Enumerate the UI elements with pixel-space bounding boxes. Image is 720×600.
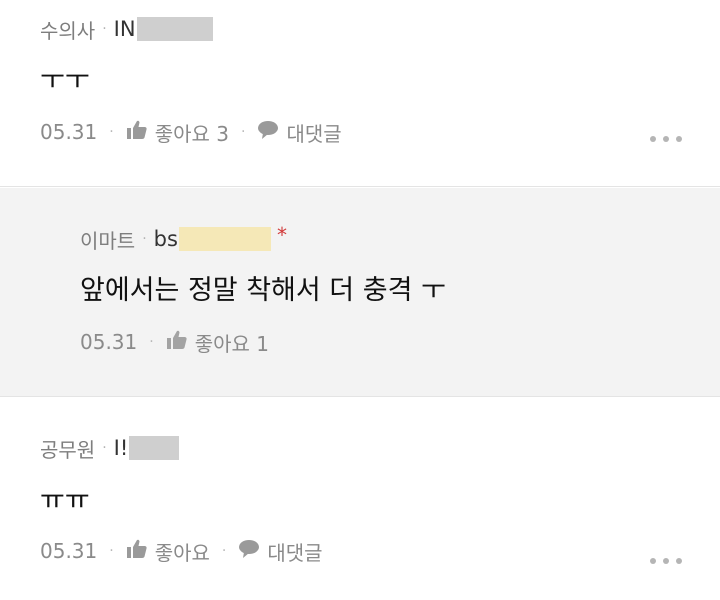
author-nickname[interactable]: I!: [114, 436, 129, 460]
reply-button[interactable]: 대댓글: [257, 118, 342, 147]
author-category: 공무원: [40, 437, 96, 462]
comment-item: 수의사 · IN ㅜㅜ 05.31 · 좋아요 3 · 대댓글: [0, 0, 720, 187]
author-nickname[interactable]: bs: [154, 227, 178, 251]
thumbs-up-icon: [126, 539, 148, 564]
comment-footer: 05.31 · 좋아요 3 · 대댓글: [40, 117, 342, 147]
author-badge: *: [276, 223, 287, 247]
speech-bubble-icon: [238, 539, 260, 564]
comment-meta: 수의사 · IN: [40, 14, 213, 44]
more-options-icon[interactable]: [650, 134, 682, 144]
like-button[interactable]: 좋아요: [126, 537, 210, 566]
author-category: 이마트: [80, 228, 136, 253]
comment-text: 앞에서는 정말 착해서 더 충격 ㅜ: [80, 275, 446, 306]
meta-separator: ·: [102, 21, 107, 37]
like-button[interactable]: 좋아요 1: [166, 328, 269, 357]
nickname-redaction: [129, 436, 180, 460]
comment-meta: 이마트 · bs *: [80, 223, 287, 254]
comment-footer: 05.31 · 좋아요 1: [80, 327, 269, 357]
nickname-redaction: [136, 17, 213, 41]
comment-text: ㅠㅠ: [40, 485, 90, 516]
author-category: 수의사: [40, 18, 96, 43]
author-nickname[interactable]: IN: [114, 17, 136, 41]
more-options-icon[interactable]: [650, 556, 682, 566]
comment-footer: 05.31 · 좋아요 · 대댓글: [40, 536, 323, 566]
speech-bubble-icon: [257, 120, 279, 145]
comment-thread: 수의사 · IN ㅜㅜ 05.31 · 좋아요 3 · 대댓글 이마트 · bs…: [0, 0, 720, 600]
footer-separator: ·: [109, 124, 114, 140]
reply-item: 이마트 · bs * 앞에서는 정말 착해서 더 충격 ㅜ 05.31 · 좋아…: [0, 188, 720, 397]
like-label: 좋아요 1: [194, 331, 270, 356]
comment-date: 05.31: [80, 330, 138, 354]
comment-date: 05.31: [40, 120, 98, 144]
reply-label: 대댓글: [286, 121, 342, 146]
comment-item: 공무원 · I! ㅠㅠ 05.31 · 좋아요 · 대댓글: [0, 398, 720, 600]
reply-button[interactable]: 대댓글: [238, 537, 323, 566]
like-label: 좋아요: [154, 540, 210, 565]
meta-separator: ·: [102, 440, 107, 456]
like-button[interactable]: 좋아요 3: [126, 118, 229, 147]
comment-date: 05.31: [40, 539, 98, 563]
like-label: 좋아요 3: [154, 121, 230, 146]
reply-label: 대댓글: [267, 540, 323, 565]
comment-meta: 공무원 · I!: [40, 433, 180, 463]
comment-text: ㅜㅜ: [40, 65, 90, 96]
nickname-redaction: [178, 227, 271, 251]
footer-separator: ·: [221, 543, 227, 559]
thumbs-up-icon: [166, 330, 188, 355]
thumbs-up-icon: [126, 120, 148, 145]
footer-separator: ·: [109, 543, 114, 559]
footer-separator: ·: [241, 124, 246, 140]
footer-separator: ·: [149, 334, 154, 350]
meta-separator: ·: [142, 231, 147, 247]
